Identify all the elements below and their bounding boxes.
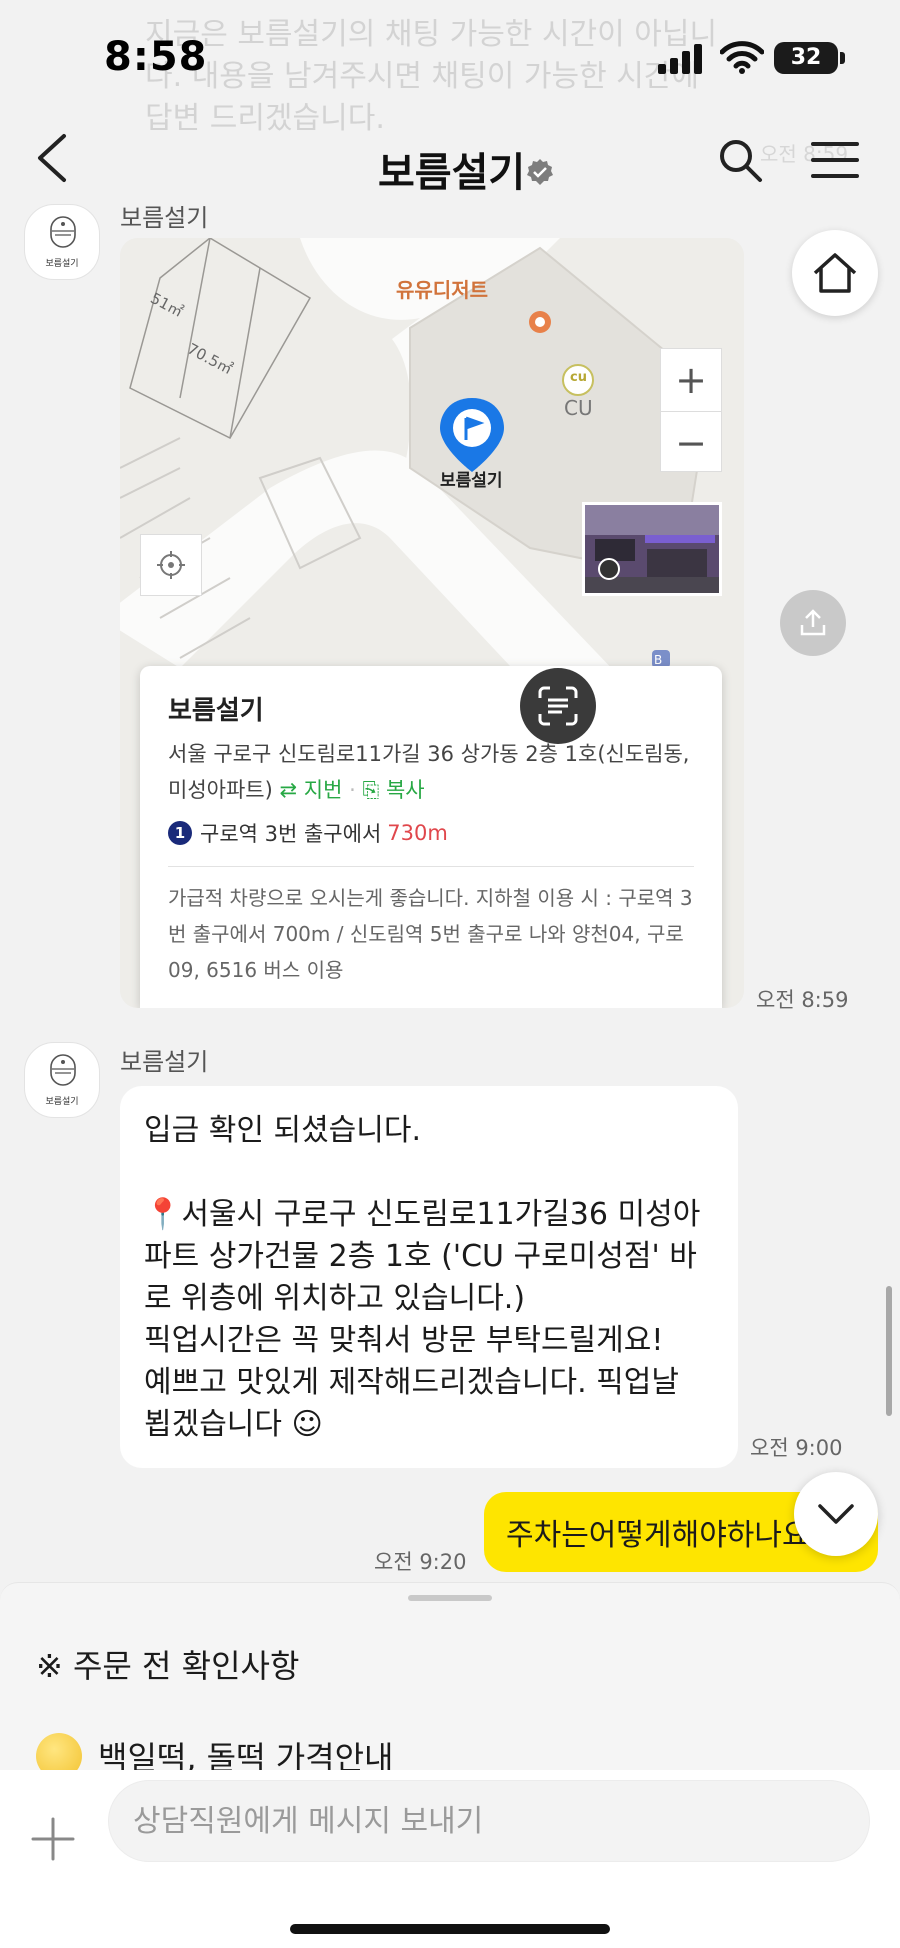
scroll-to-bottom-button[interactable] (794, 1472, 878, 1556)
place-name: 보름설기 (168, 696, 264, 726)
status-time: 8:58 (104, 34, 208, 80)
search-icon[interactable] (716, 136, 766, 186)
lot-number-button[interactable]: ⇄ 지번 (279, 778, 342, 802)
message-time: 오전 9:00 (750, 1436, 843, 1460)
cu-store-label: CU (564, 396, 593, 420)
share-icon (800, 609, 826, 636)
message-time: 오전 9:20 (374, 1550, 467, 1574)
directions-note: 가급적 차량으로 오시는게 좋습니다. 지하철 이용 시 : 구로역 3번 출구… (168, 886, 693, 982)
dessert-shop-label: 유유디저트 (396, 278, 488, 302)
order-notice-item[interactable]: ※ 주문 전 확인사항 (36, 1641, 299, 1687)
back-chevron-icon[interactable] (30, 130, 74, 186)
hamburger-menu-icon[interactable] (810, 138, 860, 182)
battery-indicator: 32 (774, 42, 838, 74)
message-time: 오전 8:59 (756, 988, 849, 1012)
battery-cap (840, 52, 845, 64)
share-button[interactable] (780, 590, 846, 656)
sender-avatar[interactable]: 보름설기 (24, 1042, 100, 1118)
roadview-photo (585, 505, 719, 593)
zoom-control: + − (660, 348, 722, 472)
subway-line-badge: 1 (168, 821, 192, 845)
message-input-bar (0, 1770, 900, 1948)
home-icon (813, 253, 857, 293)
crosshair-icon (157, 551, 185, 579)
verified-badge-icon (527, 159, 553, 185)
place-address-block: 서울 구로구 신도림로11가길 36 상가동 2층 1호(신도림동, 미성아파트… (168, 736, 698, 808)
price-guide-item[interactable]: 백일떡, 돌떡 가격안내 (36, 1733, 393, 1770)
separator-dot: · (349, 778, 356, 802)
map-card[interactable]: B 51㎡ 70.5㎡ 유유디저트 cu CU 보름설기 + − 보름설기 서울… (120, 238, 744, 1008)
incoming-message-bubble: 입금 확인 되셨습니다. 📍서울시 구로구 신도림로11가길36 미성아파트 상… (120, 1086, 738, 1468)
place-info-panel: 보름설기 서울 구로구 신도림로11가길 36 상가동 2층 1호(신도림동, … (140, 666, 722, 1008)
sender-name: 보름설기 (120, 1048, 209, 1076)
plus-icon[interactable] (30, 1816, 76, 1862)
faded-background-message: 지금은 보름설기의 채팅 가능한 시간이 아닙니다. 내용을 남겨주시면 채팅이… (145, 17, 718, 136)
wifi-icon (720, 41, 764, 74)
chevron-down-icon (818, 1504, 854, 1524)
price-guide-label: 백일떡, 돌떡 가격안내 (98, 1739, 394, 1770)
sender-avatar[interactable]: 보름설기 (24, 204, 100, 280)
emoji-icon (36, 1733, 82, 1770)
roadview-thumbnail[interactable] (582, 502, 722, 596)
copy-label: 복사 (385, 778, 425, 802)
chat-scrollbar[interactable] (886, 1286, 892, 1416)
copy-address-button[interactable]: ⎘ 복사 (362, 778, 424, 802)
svg-text:B: B (654, 653, 662, 667)
pin-label: 보름설기 (440, 471, 503, 491)
subway-text: 구로역 3번 출구에서 (200, 822, 382, 846)
home-indicator (290, 1924, 610, 1934)
avatar-label: 보름설기 (45, 259, 79, 269)
sheet-drag-handle[interactable] (408, 1595, 492, 1601)
avatar-label: 보름설기 (45, 1097, 79, 1107)
home-button[interactable] (792, 230, 878, 316)
cellular-signal-icon (658, 44, 702, 74)
current-location-button[interactable] (140, 534, 202, 596)
cu-logo-text: cu (570, 370, 587, 385)
quick-menu-sheet: ※ 주문 전 확인사항 백일떡, 돌떡 가격안내 (0, 1582, 900, 1770)
panel-divider (168, 866, 694, 867)
place-address: 서울 구로구 신도림로11가길 36 상가동 2층 1호(신도림동, 미성아파트… (168, 742, 690, 802)
subway-distance: 730m (387, 821, 448, 845)
subway-info: 1 구로역 3번 출구에서 730m (168, 818, 448, 848)
chat-room-title: 보름설기 (378, 150, 526, 196)
zoom-out-button[interactable]: − (661, 411, 721, 473)
scan-icon (538, 686, 578, 726)
message-input[interactable] (108, 1780, 870, 1862)
sender-name: 보름설기 (120, 204, 209, 232)
copy-icon: ⎘ (362, 778, 380, 802)
text-scan-button[interactable] (520, 668, 596, 744)
zoom-in-button[interactable]: + (661, 349, 721, 411)
